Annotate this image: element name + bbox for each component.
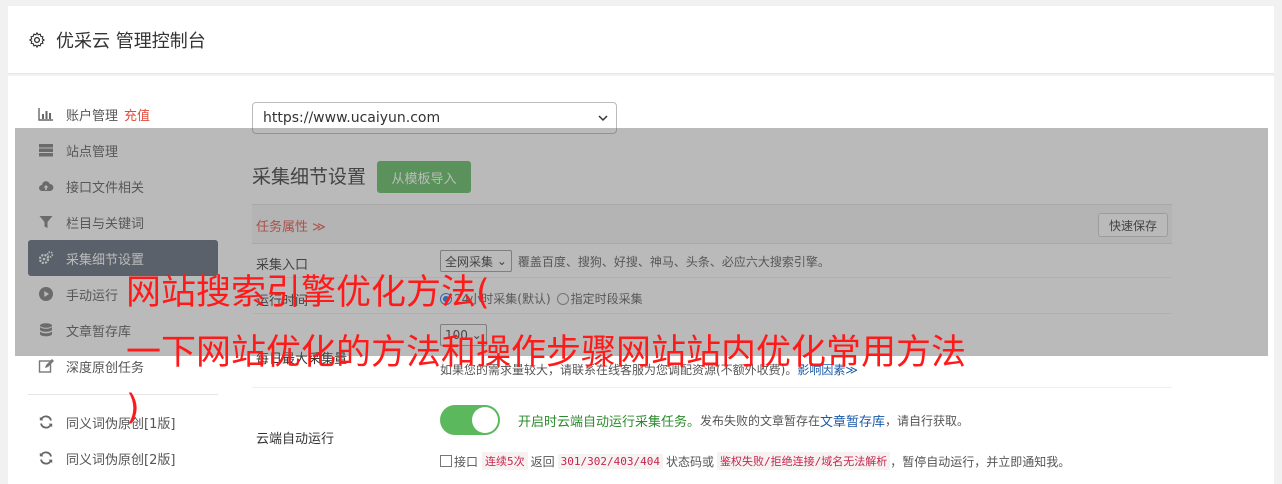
edit-icon <box>38 359 54 373</box>
cloud-run-text: 发布失败的文章暂存在 <box>700 413 821 428</box>
chevron-down-icon <box>598 115 608 122</box>
sidebar-item-label: 同义词伪原创[1版] <box>66 416 176 432</box>
sidebar-divider <box>28 394 218 395</box>
cloud-run-on-text: 开启时云端自动运行采集任务。 <box>518 414 701 430</box>
sidebar-item-synonym-v1[interactable]: 同义词伪原创[1版] <box>28 404 218 440</box>
checkbox-text-d: ，暂停自动运行，并立即通知我。 <box>890 454 1071 469</box>
refresh-icon <box>39 415 53 429</box>
checkbox-text-b: 返回 <box>530 454 555 469</box>
cloud-run-text-end: ，请自行获取。 <box>885 413 970 428</box>
cloud-run-toggle[interactable] <box>440 405 500 435</box>
row-label: 云端自动运行 <box>256 432 335 447</box>
row-value: 开启时云端自动运行采集任务。 发布失败的文章暂存在 文章暂存库 ，请自行获取。 <box>440 405 969 435</box>
recharge-link[interactable]: 充值 <box>124 105 150 124</box>
sidebar-item-synonym-v2[interactable]: 同义词伪原创[2版] <box>28 440 218 476</box>
pause-checkbox[interactable] <box>440 455 452 467</box>
checkbox-text-c: 状态码或 <box>666 454 715 469</box>
bar-chart-icon <box>38 108 53 121</box>
gray-overlay <box>15 128 1268 356</box>
watermark-line-2: 一下网站优化的方法和操作步骤网站站内优化常用方法 <box>126 333 967 373</box>
toggle-knob <box>472 407 498 433</box>
row-cloud-run: 云端自动运行 开启时云端自动运行采集任务。 发布失败的文章暂存在 文章暂存库 ，… <box>252 388 1172 484</box>
article-storage-link[interactable]: 文章暂存库 <box>820 411 885 430</box>
page-title: 优采云 管理控制台 <box>56 30 206 52</box>
row-value-checkbox: 接口 连续5次 返回 301/302/403/404 状态码或 鉴权失败/拒绝连… <box>440 452 1070 470</box>
code-errors: 鉴权失败/拒绝连接/域名无法解析 <box>717 452 891 470</box>
watermark-line-3: ) <box>126 388 140 428</box>
sidebar-item-label: 账户管理 <box>66 108 119 124</box>
watermark-line-1: 网站搜索引擎优化方法( <box>126 273 490 313</box>
site-select-value: https://www.ucaiyun.com <box>263 110 441 126</box>
top-header: 优采云 管理控制台 <box>8 6 1274 74</box>
code-status: 301/302/403/404 <box>557 453 663 469</box>
refresh-icon <box>39 451 53 465</box>
code-consecutive: 连续5次 <box>482 452 528 470</box>
gear-icon <box>28 31 46 48</box>
checkbox-text-a: 接口 <box>454 454 479 469</box>
sidebar-item-label: 同义词伪原创[2版] <box>66 452 176 468</box>
sidebar-item-account[interactable]: 账户管理 充值 <box>28 96 218 132</box>
